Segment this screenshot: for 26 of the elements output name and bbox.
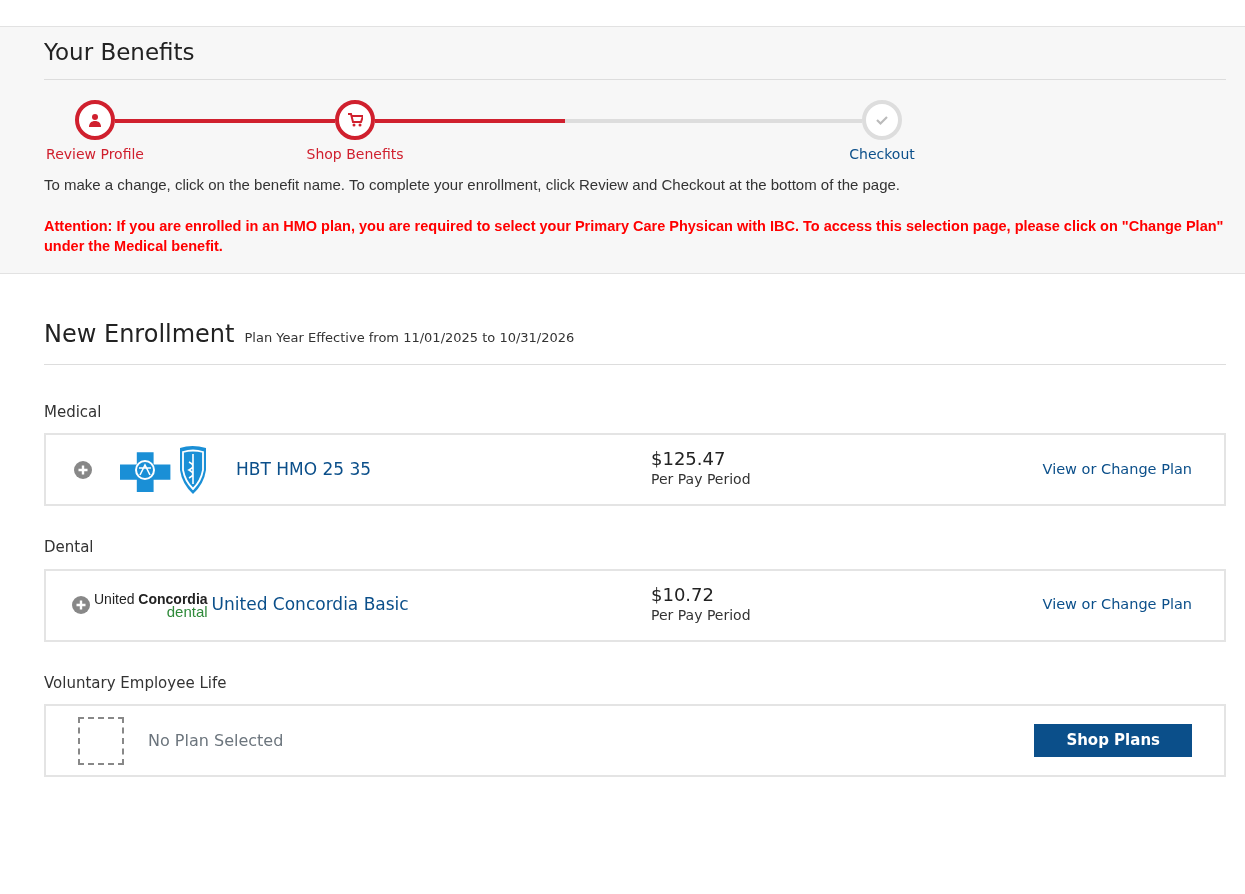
expand-icon[interactable] <box>74 460 92 479</box>
pay-period-text: Per Pay Period <box>651 470 751 490</box>
step-link[interactable]: Shop Benefits <box>306 143 404 165</box>
benefit-category: Voluntary Employee Life <box>44 672 228 694</box>
plan-price: $10.72 <box>651 584 715 605</box>
plan-name-link[interactable]: United Concordia Basic <box>211 592 409 618</box>
change-plan-link[interactable]: View or Change Plan <box>1042 594 1192 617</box>
instructions-text: To make a change, click on the benefit name. To complete your enrollment, click Review and Checkout at the bottom of the page. <box>44 174 902 195</box>
shop-plans-button[interactable]: Shop Plans <box>1034 724 1192 757</box>
person-icon <box>87 111 103 128</box>
page-title: Your Benefits <box>44 39 1226 80</box>
attention-text: Attention: If you are enrolled in an HMO plan, you are required to select your Primary Care Physican with IBC. To access this selection page, please click on "Change Plan" under the Medical benefit. <box>44 217 1225 257</box>
benefit-category: Medical <box>44 401 103 423</box>
step-link[interactable]: Checkout <box>849 143 915 165</box>
plan-year-text: Plan Year Effective from 11/01/2025 to 10/31/2026 <box>244 328 575 347</box>
plan-price: $125.47 <box>651 449 727 470</box>
plan-name-link[interactable]: HBT HMO 25 35 <box>236 456 372 483</box>
no-plan-text: No Plan Selected <box>148 729 284 752</box>
pay-period-text: Per Pay Period <box>651 605 751 625</box>
step-link[interactable]: Review Profile <box>46 143 144 165</box>
empty-plan-placeholder <box>78 716 124 765</box>
cart-icon <box>347 111 363 128</box>
section-title: New Enrollment <box>44 318 235 350</box>
change-plan-link[interactable]: View or Change Plan <box>1042 458 1192 481</box>
expand-icon[interactable] <box>72 596 90 615</box>
benefit-category: Dental <box>44 537 95 559</box>
